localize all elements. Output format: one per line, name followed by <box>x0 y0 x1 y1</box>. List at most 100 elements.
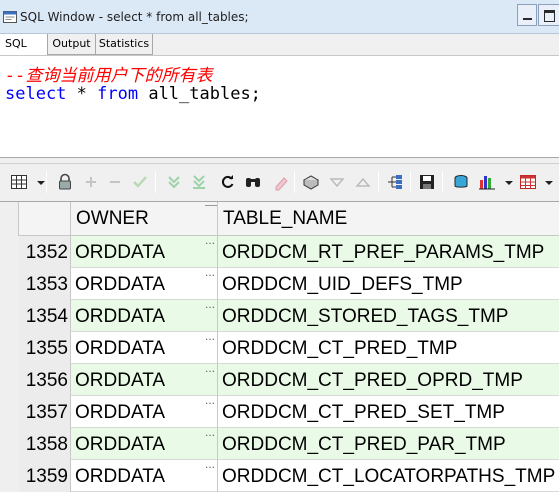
cell-ellipsis-icon[interactable]: … <box>205 236 215 247</box>
table-row[interactable]: 1355 ORDDATA… ORDDCM_CT_PRED_TMP <box>0 332 559 364</box>
export-icon[interactable] <box>452 173 470 191</box>
row-indicator[interactable] <box>0 236 20 268</box>
code-line: select * from all_tables; <box>5 84 261 104</box>
dropdown-arrow-icon[interactable] <box>500 173 513 191</box>
row-number: 1354 <box>19 300 71 332</box>
tree-icon[interactable] <box>386 173 404 191</box>
table-row[interactable]: 1353 ORDDATA… ORDDCM_UID_DEFS_TMP <box>0 268 559 300</box>
cell-ellipsis-icon[interactable]: … <box>205 460 215 471</box>
cell-owner[interactable]: ORDDATA <box>71 332 218 364</box>
sql-window-icon <box>3 9 17 23</box>
cell-ellipsis-icon[interactable]: … <box>205 396 215 407</box>
cell-table-name[interactable]: ORDDCM_RT_PREF_PARAMS_TMP <box>218 236 559 268</box>
save-icon[interactable] <box>418 173 436 191</box>
find-icon[interactable] <box>244 173 262 191</box>
cell-table-name[interactable]: ORDDCM_CT_PRED_TMP <box>218 332 559 364</box>
query-by-example-icon[interactable] <box>302 173 320 191</box>
cell-owner[interactable]: ORDDATA <box>71 236 218 268</box>
toolbar-separator <box>378 171 379 193</box>
cell-owner[interactable]: ORDDATA <box>71 396 218 428</box>
result-grid[interactable]: OWNER TABLE_NAME 1352 ORDDATA… ORDDCM_RT_P… <box>0 201 559 496</box>
tab-output[interactable]: Output <box>47 34 96 55</box>
cell-ellipsis-icon[interactable]: … <box>205 332 215 343</box>
row-indicator[interactable] <box>0 428 20 460</box>
toolbar-separator <box>410 171 411 193</box>
fetch-next-icon[interactable] <box>165 173 183 191</box>
column-header-table-name[interactable]: TABLE_NAME <box>218 202 559 236</box>
table-row[interactable]: 1356 ORDDATA… ORDDCM_CT_PRED_OPRD_TMP <box>0 364 559 396</box>
code-table: all_tables; <box>138 84 261 104</box>
title-bar: SQL Window - select * from all_tables; <box>0 0 559 34</box>
cell-owner[interactable]: ORDDATA <box>71 268 218 300</box>
minimize-button[interactable] <box>517 4 537 26</box>
grid-corner[interactable] <box>0 202 19 236</box>
table-icon[interactable] <box>519 173 537 191</box>
table-row[interactable]: 1358 ORDDATA… ORDDCM_CT_PRED_PAR_TMP <box>0 428 559 460</box>
column-menu-icon[interactable] <box>205 205 217 215</box>
row-indicator[interactable] <box>0 268 20 300</box>
tab-statistics[interactable]: Statistics <box>95 34 153 55</box>
cell-owner[interactable]: ORDDATA <box>71 428 218 460</box>
toolbar-separator <box>155 171 156 193</box>
cell-ellipsis-icon[interactable]: … <box>205 428 215 439</box>
code-star: * <box>66 84 98 104</box>
dropdown-arrow-icon[interactable] <box>32 173 45 191</box>
row-indicator[interactable] <box>0 332 20 364</box>
grid-icon[interactable] <box>10 173 28 191</box>
cell-table-name[interactable]: ORDDCM_UID_DEFS_TMP <box>218 268 559 300</box>
add-row-icon[interactable] <box>82 173 100 191</box>
tab-bar: SQL Output Statistics <box>0 34 559 55</box>
row-number: 1353 <box>19 268 71 300</box>
table-row[interactable]: 1354 ORDDATA… ORDDCM_STORED_TAGS_TMP <box>0 300 559 332</box>
refresh-icon[interactable] <box>219 173 237 191</box>
row-number: 1352 <box>19 236 71 268</box>
row-indicator[interactable] <box>0 300 20 332</box>
table-row[interactable]: 1352 ORDDATA… ORDDCM_RT_PREF_PARAMS_TMP <box>0 236 559 268</box>
sql-editor[interactable]: --查询当前用户下的所有表 select * from all_tables; <box>0 55 559 158</box>
cell-table-name[interactable]: ORDDCM_CT_PRED_SET_TMP <box>218 396 559 428</box>
cell-table-name[interactable]: ORDDCM_STORED_TAGS_TMP <box>218 300 559 332</box>
keyword-select: select <box>5 84 67 104</box>
cell-table-name[interactable]: ORDDCM_CT_PRED_PAR_TMP <box>218 428 559 460</box>
table-row[interactable]: 1359 ORDDATA… ORDDCM_CT_LOCATORPATHS_TMP <box>0 460 559 492</box>
row-number-header <box>19 202 71 236</box>
cell-ellipsis-icon[interactable]: … <box>205 268 215 279</box>
sort-desc-icon[interactable] <box>354 173 372 191</box>
row-number: 1356 <box>19 364 71 396</box>
toolbar-separator <box>294 171 295 193</box>
grid-header: OWNER TABLE_NAME <box>0 202 559 236</box>
row-indicator[interactable] <box>0 364 20 396</box>
cell-owner[interactable]: ORDDATA <box>71 300 218 332</box>
cell-table-name[interactable]: ORDDCM_CT_PRED_OPRD_TMP <box>218 364 559 396</box>
sort-asc-icon[interactable] <box>328 173 346 191</box>
row-number: 1355 <box>19 332 71 364</box>
cell-owner[interactable]: ORDDATA <box>71 460 218 492</box>
splitter[interactable] <box>0 158 559 164</box>
post-icon[interactable] <box>131 173 149 191</box>
dropdown-arrow-icon[interactable] <box>540 173 553 191</box>
toolbar-separator <box>46 171 47 193</box>
delete-row-icon[interactable] <box>106 173 124 191</box>
row-number: 1358 <box>19 428 71 460</box>
window-title: SQL Window - select * from all_tables; <box>20 10 249 24</box>
cell-table-name[interactable]: ORDDCM_CT_LOCATORPATHS_TMP <box>218 460 559 492</box>
fetch-last-icon[interactable] <box>190 173 208 191</box>
chart-icon[interactable] <box>478 173 496 191</box>
tab-sql[interactable]: SQL <box>0 34 48 55</box>
cell-ellipsis-icon[interactable]: … <box>205 364 215 375</box>
row-indicator[interactable] <box>0 460 20 492</box>
table-row[interactable]: 1357 ORDDATA… ORDDCM_CT_PRED_SET_TMP <box>0 396 559 428</box>
row-number: 1359 <box>19 460 71 492</box>
cell-ellipsis-icon[interactable]: … <box>205 300 215 311</box>
clear-icon[interactable] <box>272 173 290 191</box>
maximize-button[interactable] <box>538 4 559 26</box>
row-indicator[interactable] <box>0 396 20 428</box>
column-header-owner[interactable]: OWNER <box>71 202 218 236</box>
row-number: 1357 <box>19 396 71 428</box>
code-comment: --查询当前用户下的所有表 <box>5 66 213 86</box>
lock-icon[interactable] <box>56 173 74 191</box>
cell-owner[interactable]: ORDDATA <box>71 364 218 396</box>
keyword-from: from <box>97 84 139 104</box>
toolbar-separator <box>442 171 443 193</box>
result-toolbar <box>0 165 559 199</box>
